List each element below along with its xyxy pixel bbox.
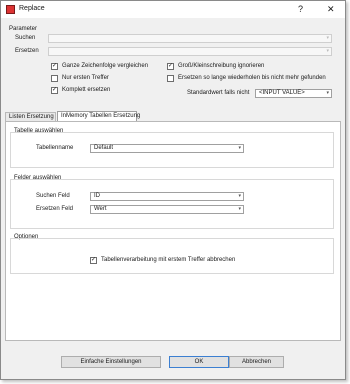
ganze-zeichenfolge-label: Ganze Zeichenfolge vergleichen (62, 63, 149, 69)
einfache-einstellungen-button[interactable]: Einfache Einstellungen (61, 356, 161, 368)
ersetzen-feld-value: Wert (94, 206, 107, 212)
window-title: Replace (19, 5, 45, 12)
close-button[interactable]: ✕ (327, 4, 335, 15)
chevron-down-icon: ▾ (326, 90, 329, 96)
ersetzen-label: Ersetzen (15, 48, 39, 54)
check-icon: ✓ (91, 257, 97, 263)
abbrechen-treffer-checkbox[interactable]: ✓ (90, 257, 97, 264)
chevron-down-icon: ▾ (238, 145, 241, 151)
help-button[interactable]: ? (298, 4, 303, 14)
tab-panel: Tabelle auswählen Tabellenname Default ▾… (5, 121, 341, 341)
gross-klein-label: Groß/Kleinschreibung ignorieren (178, 63, 265, 69)
suchen-feld-label: Suchen Feld (36, 193, 70, 199)
tabellenname-combo[interactable]: Default ▾ (90, 144, 244, 153)
chevron-down-icon: ▾ (238, 206, 241, 212)
optionen-group (10, 238, 334, 274)
felder-group (10, 179, 334, 229)
parameter-heading: Parameter (9, 26, 38, 32)
suchen-label: Suchen (15, 35, 36, 41)
wiederholen-label: Ersetzen so lange wiederholen bis nicht … (178, 75, 326, 81)
standardwert-combo[interactable]: <INPUT VALUE> ▾ (255, 89, 332, 98)
suchen-feld-value: ID (94, 193, 100, 199)
komplett-ersetzen-label: Komplett ersetzen (62, 87, 111, 93)
suchen-combo[interactable]: ▾ (48, 34, 332, 43)
title-bar: Replace ? ✕ (1, 1, 345, 18)
ersetzen-feld-label: Ersetzen Feld (36, 206, 74, 212)
nur-ersten-treffer-checkbox[interactable] (51, 75, 58, 82)
ok-button[interactable]: OK (169, 356, 229, 368)
tabellenname-value: Default (94, 145, 114, 151)
check-icon: ✓ (52, 63, 58, 69)
abbrechen-treffer-label: Tabellenverarbeitung mit erstem Treffer … (101, 257, 236, 263)
nur-ersten-treffer-label: Nur ersten Treffer (62, 75, 109, 81)
check-icon: ✓ (168, 63, 174, 69)
standardwert-label: Standardwert falls nicht (187, 90, 250, 96)
ersetzen-feld-combo[interactable]: Wert ▾ (90, 205, 244, 214)
ganze-zeichenfolge-checkbox[interactable]: ✓ (51, 63, 58, 70)
chevron-down-icon: ▾ (238, 193, 241, 199)
abbrechen-button[interactable]: Abbrechen (229, 356, 284, 368)
suchen-feld-combo[interactable]: ID ▾ (90, 192, 244, 201)
check-icon: ✓ (52, 87, 58, 93)
chevron-down-icon: ▾ (326, 48, 329, 54)
app-icon (6, 5, 15, 14)
chevron-down-icon: ▾ (326, 35, 329, 41)
gross-klein-checkbox[interactable]: ✓ (167, 63, 174, 70)
replace-dialog: Replace ? ✕ Parameter Suchen ▾ Ersetzen … (0, 0, 346, 380)
ersetzen-combo[interactable]: ▾ (48, 47, 332, 56)
wiederholen-checkbox[interactable] (167, 75, 174, 82)
tabellenname-label: Tabellenname (36, 145, 74, 151)
komplett-ersetzen-checkbox[interactable]: ✓ (51, 87, 58, 94)
standardwert-value: <INPUT VALUE> (259, 90, 305, 96)
